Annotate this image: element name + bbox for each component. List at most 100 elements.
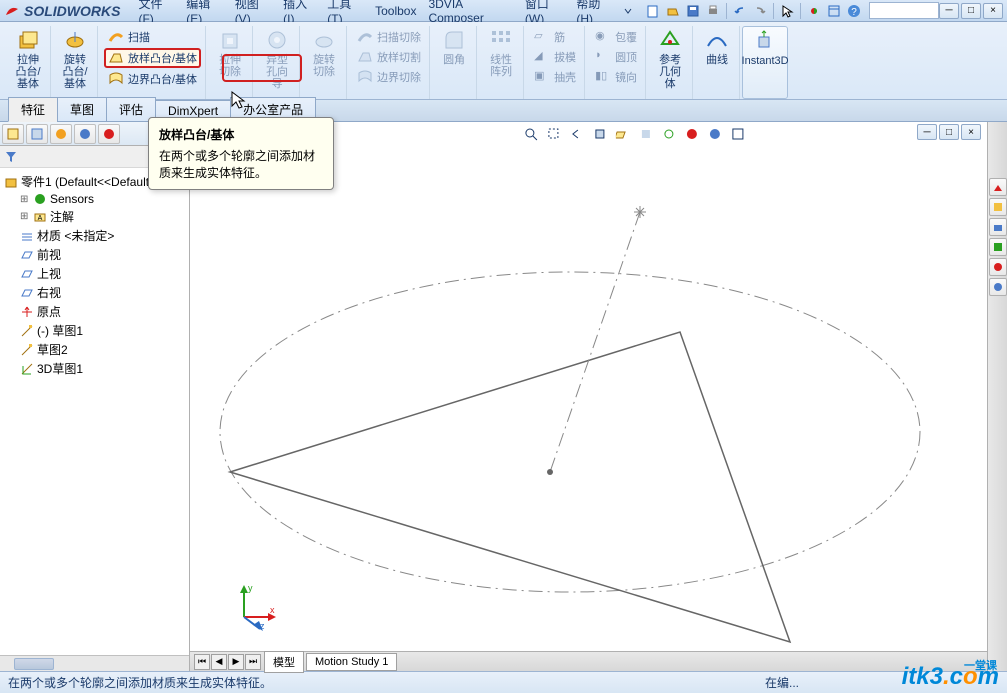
select-icon[interactable] [778, 2, 796, 20]
loft-cut-button[interactable]: 放样切割 [353, 48, 425, 66]
viewport-minimize-button[interactable]: ─ [917, 124, 937, 140]
options-icon[interactable] [825, 2, 843, 20]
tree-sketch2[interactable]: 草图2 [2, 340, 187, 359]
previous-view-icon[interactable] [566, 124, 586, 144]
apply-scene-icon[interactable] [704, 124, 724, 144]
boundary-button[interactable]: 边界凸台/基体 [104, 70, 201, 88]
panel-tab-feature-tree[interactable] [2, 124, 24, 144]
origin-icon [20, 305, 34, 319]
pattern-icon [489, 28, 513, 52]
viewport-close-button[interactable]: × [961, 124, 981, 140]
viewport[interactable]: ─ □ × y x z ⏮ ◀ ▶ ⏭ 模 [190, 122, 987, 671]
viewport-maximize-button[interactable]: □ [939, 124, 959, 140]
wrap-button[interactable]: ◉包覆 [591, 28, 641, 46]
tree-front-plane[interactable]: 前视 [2, 245, 187, 264]
extrude-boss-button[interactable]: 拉伸凸台/基体 [10, 26, 46, 92]
instant3d-button[interactable]: Instant3D [747, 27, 783, 69]
dock-view-palette-icon[interactable] [989, 238, 1007, 256]
sweep-icon [108, 29, 124, 45]
ref-geometry-button[interactable]: 参考几何体 [652, 26, 688, 92]
extrude-cut-button[interactable]: 拉伸切除 [212, 26, 248, 80]
open-icon[interactable] [664, 2, 682, 20]
tree-scrollbar-horizontal[interactable] [0, 655, 189, 671]
revolve-cut-button[interactable]: 旋转切除 [306, 26, 342, 80]
hole-wizard-button[interactable]: 异型孔向导 [259, 26, 295, 92]
tree-3dsketch[interactable]: 3D草图1 [2, 359, 187, 378]
sensors-icon [33, 192, 47, 206]
tab-nav-last[interactable]: ⏭ [245, 654, 261, 670]
tree-sensors[interactable]: ⊞Sensors [2, 191, 187, 207]
tree-sketch1[interactable]: (-) 草图1 [2, 321, 187, 340]
view-settings-icon[interactable] [727, 124, 747, 144]
view-orientation-icon[interactable] [612, 124, 632, 144]
edit-appearance-icon[interactable] [681, 124, 701, 144]
new-icon[interactable] [644, 2, 662, 20]
shell-icon: ▣ [534, 69, 550, 85]
viewport-toolbar [520, 124, 747, 144]
display-style-icon[interactable] [635, 124, 655, 144]
panel-tab-property[interactable] [26, 124, 48, 144]
scrollbar-thumb[interactable] [14, 658, 54, 670]
tree-origin[interactable]: 原点 [2, 302, 187, 321]
feature-tree: 零件1 (Default<<Default>_Ph ⊞Sensors ⊞A注解 … [0, 168, 189, 655]
dock-file-explorer-icon[interactable] [989, 218, 1007, 236]
mirror-button[interactable]: ▮▯镜向 [591, 68, 641, 86]
panel-tab-dimxpert[interactable] [74, 124, 96, 144]
sweep-cut-button[interactable]: 扫描切除 [353, 28, 425, 46]
dock-appearances-icon[interactable] [989, 258, 1007, 276]
fillet-button[interactable]: 圆角 [436, 26, 472, 68]
rib-button[interactable]: ▱筋 [530, 28, 580, 46]
close-button[interactable]: × [983, 3, 1003, 19]
rebuild-icon[interactable] [805, 2, 823, 20]
dock-resources-icon[interactable] [989, 178, 1007, 196]
tree-right-plane[interactable]: 右视 [2, 283, 187, 302]
minimize-button[interactable]: ─ [939, 3, 959, 19]
maximize-button[interactable]: □ [961, 3, 981, 19]
title-bar: SOLIDWORKS 文件(F) 编辑(E) 视图(V) 插入(I) 工具(T)… [0, 0, 1007, 22]
expand-icon[interactable]: ⊞ [20, 194, 30, 205]
tab-model[interactable]: 模型 [264, 651, 304, 673]
tab-features[interactable]: 特征 [8, 97, 58, 122]
search-input[interactable] [869, 2, 939, 19]
zoom-area-icon[interactable] [543, 124, 563, 144]
viewport-canvas [190, 122, 987, 671]
dock-design-library-icon[interactable] [989, 198, 1007, 216]
revolve-boss-button[interactable]: 旋转凸台/基体 [57, 26, 93, 92]
undo-icon[interactable] [731, 2, 749, 20]
panel-tab-config[interactable] [50, 124, 72, 144]
tab-nav-next[interactable]: ▶ [228, 654, 244, 670]
tab-sketch[interactable]: 草图 [57, 97, 107, 122]
sweep-button[interactable]: 扫描 [104, 28, 201, 46]
svg-text:x: x [270, 605, 275, 615]
save-icon[interactable] [684, 2, 702, 20]
print-icon[interactable] [704, 2, 722, 20]
cursor-pointer-icon [230, 90, 246, 110]
loft-button[interactable]: 放样凸台/基体 [104, 48, 201, 68]
menu-dropdown-icon[interactable] [619, 2, 636, 20]
shell-button[interactable]: ▣抽壳 [530, 68, 580, 86]
tree-annotations[interactable]: ⊞A注解 [2, 207, 187, 226]
redo-icon[interactable] [751, 2, 769, 20]
dome-button[interactable]: ◗圆顶 [591, 48, 641, 66]
tab-nav-prev[interactable]: ◀ [211, 654, 227, 670]
section-view-icon[interactable] [589, 124, 609, 144]
dock-custom-props-icon[interactable] [989, 278, 1007, 296]
filter-icon[interactable] [4, 150, 18, 164]
sketch3d-icon [20, 362, 34, 376]
menu-toolbox[interactable]: Toolbox [369, 2, 422, 20]
tab-motion-study[interactable]: Motion Study 1 [306, 653, 397, 671]
panel-tab-display[interactable] [98, 124, 120, 144]
draft-button[interactable]: ◢拔模 [530, 48, 580, 66]
tab-nav-first[interactable]: ⏮ [194, 654, 210, 670]
curves-button[interactable]: 曲线 [699, 26, 735, 68]
tree-material[interactable]: 材质 <未指定> [2, 226, 187, 245]
boundary-cut-button[interactable]: 边界切除 [353, 68, 425, 86]
hide-show-icon[interactable] [658, 124, 678, 144]
tree-top-plane[interactable]: 上视 [2, 264, 187, 283]
expand-icon[interactable]: ⊞ [20, 211, 30, 222]
material-icon [20, 229, 34, 243]
sweep-cut-icon [357, 29, 373, 45]
help-icon[interactable]: ? [845, 2, 863, 20]
linear-pattern-button[interactable]: 线性阵列 [483, 26, 519, 80]
zoom-fit-icon[interactable] [520, 124, 540, 144]
